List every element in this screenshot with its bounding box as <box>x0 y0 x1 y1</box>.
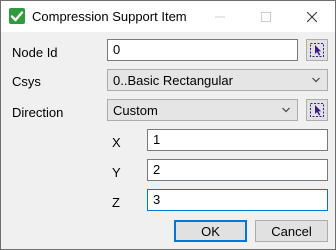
direction-label: Direction <box>12 105 64 120</box>
z-field[interactable]: 3 <box>147 189 328 211</box>
csys-selected-value: 0..Basic Rectangular <box>113 73 233 88</box>
direction-selected-value: Custom <box>113 103 158 118</box>
x-label: X <box>112 135 121 150</box>
ok-button[interactable]: OK <box>174 220 247 242</box>
node-id-label: Node Id <box>12 45 58 60</box>
maximize-button[interactable] <box>243 1 289 32</box>
direction-dropdown[interactable]: Custom <box>107 99 298 121</box>
y-label: Y <box>112 165 121 180</box>
cancel-button[interactable]: Cancel <box>255 220 328 242</box>
pick-cursor-icon <box>310 103 324 117</box>
csys-dropdown[interactable]: 0..Basic Rectangular <box>107 69 328 91</box>
checkmark-icon <box>9 8 25 24</box>
direction-pick-button[interactable] <box>306 99 328 121</box>
chevron-down-icon <box>282 107 290 113</box>
maximize-icon <box>261 11 271 22</box>
pick-cursor-icon <box>310 43 324 57</box>
y-field[interactable]: 2 <box>147 159 328 181</box>
minimize-button[interactable] <box>197 1 243 32</box>
dialog-window: Compression Support Item Node Id 0 Csys <box>0 0 336 250</box>
node-id-field[interactable]: 0 <box>107 39 298 61</box>
close-button[interactable] <box>289 1 335 32</box>
x-field[interactable]: 1 <box>147 129 328 151</box>
close-icon <box>307 11 317 22</box>
window-title: Compression Support Item <box>32 9 187 24</box>
csys-label: Csys <box>12 74 41 89</box>
minimize-icon <box>215 16 225 17</box>
title-bar[interactable]: Compression Support Item <box>1 1 335 32</box>
node-pick-button[interactable] <box>306 39 328 61</box>
chevron-down-icon <box>312 77 320 83</box>
z-label: Z <box>112 195 120 210</box>
